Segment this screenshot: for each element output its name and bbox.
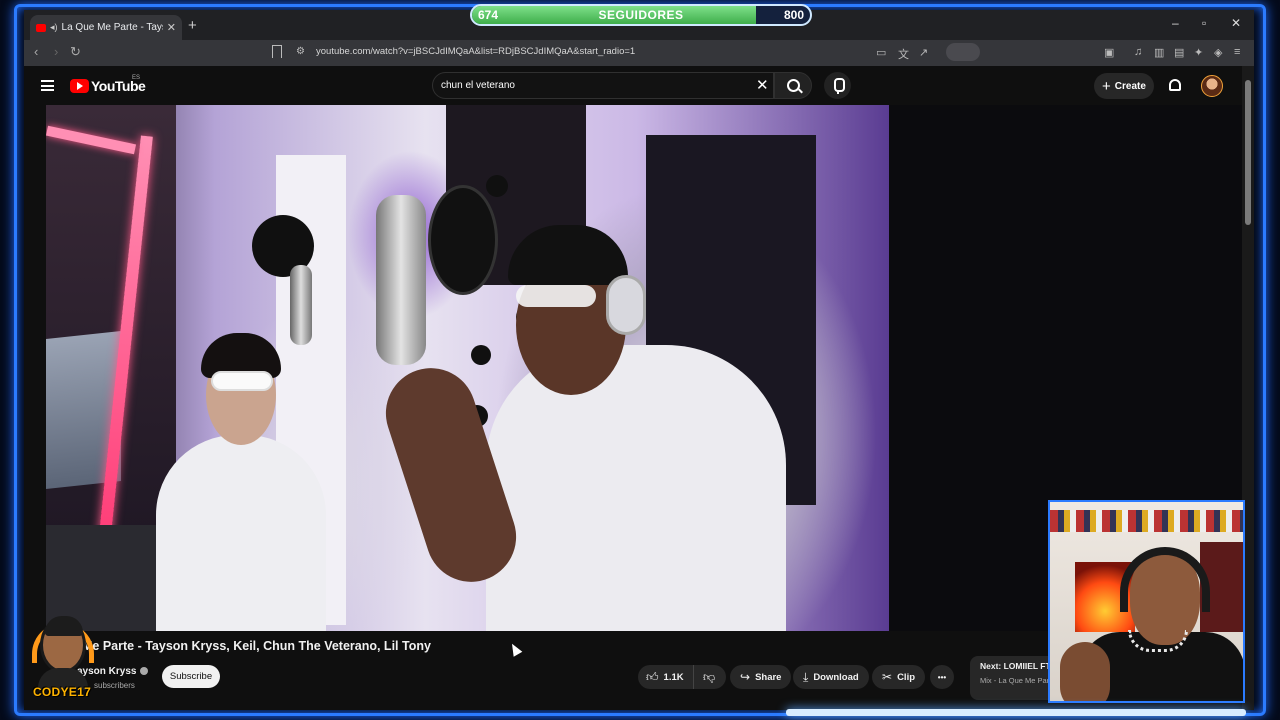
cast-icon[interactable]: ▭	[876, 46, 886, 59]
share-button[interactable]: ↪ Share	[730, 665, 792, 689]
voice-search-icon[interactable]	[824, 72, 851, 99]
split-view-icon[interactable]: ▥	[1154, 46, 1164, 59]
translate-icon[interactable]: 文	[898, 46, 909, 62]
up-next-subtitle: Mix - La Que Me Par	[980, 676, 1050, 685]
youtube-logo-icon[interactable]	[70, 79, 89, 93]
video-title: Me Parte - Tayson Kryss, Keil, Chun The …	[82, 639, 431, 653]
video-scene-headphones	[606, 275, 646, 335]
dislike-button[interactable]: 👎︎	[694, 670, 720, 685]
like-button[interactable]: 👍︎ 1.1K	[638, 665, 694, 689]
tab-close-icon[interactable]: ✕	[167, 21, 176, 34]
video-scene-person-left	[156, 435, 326, 631]
thumbs-down-icon: 👎︎	[703, 669, 716, 684]
video-scene-pop-filter	[428, 185, 498, 295]
video-scene-sunglasses	[211, 371, 273, 391]
scrollbar-thumb[interactable]	[1245, 80, 1251, 225]
up-next-card[interactable]: Next: LOMIIEL FT Mix - La Que Me Par	[970, 656, 1060, 700]
address-bar: ‹ › ↻ ⚙ youtube.com/watch?v=jBSCJdIMQaA&…	[24, 40, 1254, 66]
stream-frame: ◂) La Que Me Parte - Tayson Kry ✕ + – ▫ …	[0, 0, 1280, 720]
up-next-title: Next: LOMIIEL FT	[980, 661, 1051, 671]
notifications-bell-icon[interactable]	[1169, 79, 1181, 91]
account-avatar[interactable]	[1201, 75, 1223, 97]
video-player[interactable]	[46, 105, 889, 631]
video-scene-dot	[471, 345, 491, 365]
speaker-icon[interactable]: ◂)	[50, 22, 58, 33]
webcam-shelf	[1050, 510, 1243, 532]
like-count: 1.1K	[663, 671, 684, 683]
minimize-button[interactable]: –	[1172, 16, 1179, 30]
video-scene-microphone	[376, 195, 426, 365]
site-info-icon[interactable]: ⚙	[296, 46, 305, 57]
video-scene-person-right	[486, 345, 786, 631]
menu-icon[interactable]: ≡	[1234, 46, 1240, 58]
video-scene-dot	[486, 175, 508, 197]
like-dislike-group: 👍︎ 1.1K 👎︎	[638, 665, 726, 689]
bookmark-icon[interactable]	[272, 45, 282, 58]
followers-current: 674	[478, 8, 499, 22]
wallet-icon[interactable]: ▤	[1174, 46, 1184, 59]
browser-tab[interactable]: ◂) La Que Me Parte - Tayson Kry ✕	[30, 15, 182, 40]
share-page-icon[interactable]: ↗	[919, 46, 928, 59]
bottom-glow-bar	[786, 709, 1246, 716]
share-icon: ↪	[740, 670, 751, 684]
streamer-avatar-badge: CODYE17	[28, 613, 96, 705]
extensions-badge[interactable]	[946, 43, 980, 61]
youtube-favicon-icon	[36, 23, 46, 32]
more-actions-button[interactable]: •••	[930, 665, 954, 689]
scissors-icon: ✂	[882, 670, 893, 684]
followers-label: SEGUIDORES	[598, 8, 684, 22]
webcam-overlay	[1048, 500, 1245, 703]
create-button[interactable]: + Create	[1094, 73, 1154, 99]
sidebar-icon[interactable]: ▣	[1104, 46, 1114, 59]
webcam-headphones	[1120, 547, 1210, 612]
create-label: Create	[1114, 80, 1146, 92]
video-scene-microphone-small	[290, 265, 312, 345]
subscriber-count: subscribers	[94, 681, 135, 690]
search-query[interactable]: chun el veterano	[441, 80, 515, 91]
shield-icon[interactable]: ◈	[1214, 46, 1222, 59]
clip-button[interactable]: ✂ Clip	[872, 665, 926, 689]
verified-icon	[140, 667, 149, 676]
new-tab-button[interactable]: +	[188, 17, 197, 34]
badge-face	[40, 616, 86, 673]
back-icon[interactable]: ‹	[34, 44, 38, 59]
music-icon[interactable]: ♫	[1134, 46, 1142, 58]
download-label: Download	[813, 671, 859, 683]
subscribe-button[interactable]: Subscribe	[162, 665, 220, 688]
ai-icon[interactable]: ✦	[1194, 46, 1203, 59]
restore-button[interactable]: ▫	[1202, 16, 1206, 30]
streamer-name: CODYE17	[32, 685, 92, 699]
clip-label: Clip	[897, 671, 916, 683]
plus-icon: +	[1102, 77, 1111, 95]
tab-title: La Que Me Parte - Tayson Kry	[61, 22, 163, 33]
close-window-button[interactable]: ✕	[1231, 16, 1241, 30]
share-label: Share	[755, 671, 782, 683]
hamburger-menu-icon[interactable]	[41, 80, 54, 91]
youtube-header: YouTube ES chun el veterano ✕ + Create	[24, 66, 1254, 106]
url-field[interactable]: youtube.com/watch?v=jBSCJdIMQaA&list=RDj…	[316, 46, 635, 57]
forward-icon[interactable]: ›	[54, 44, 58, 59]
search-button[interactable]	[774, 72, 812, 99]
clear-search-icon[interactable]: ✕	[756, 76, 769, 94]
country-code: ES	[132, 75, 141, 81]
thumbs-up-icon: 👍︎	[646, 669, 659, 684]
followers-goal: 800	[783, 8, 804, 22]
download-icon: ⤓	[803, 669, 809, 684]
video-scene-goggles	[516, 285, 596, 307]
reload-icon[interactable]: ↻	[70, 44, 81, 60]
webcam-person-arm	[1060, 642, 1110, 701]
download-button[interactable]: ⤓ Download	[793, 665, 869, 689]
followers-goal-bar: SEGUIDORES 674 800	[470, 4, 812, 26]
